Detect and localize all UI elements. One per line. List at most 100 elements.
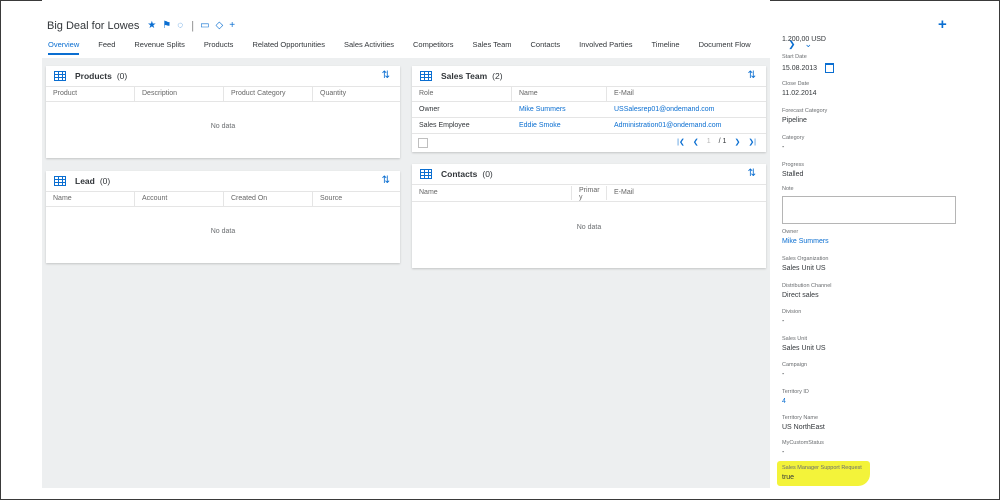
- field-note: Note: [782, 186, 956, 224]
- field-value[interactable]: 15.08.2013: [782, 63, 835, 73]
- column-header[interactable]: Source: [313, 192, 400, 206]
- tab-sales-team[interactable]: Sales Team: [472, 40, 511, 55]
- field-label: Territory ID: [782, 389, 809, 395]
- column-header[interactable]: Created On: [224, 192, 313, 206]
- field-value: -: [782, 371, 785, 378]
- products-card: Products (0) ⇅ Product Description Produ…: [46, 66, 400, 158]
- sales-team-card-count: (2): [492, 71, 503, 81]
- products-card-title: Products: [75, 71, 112, 81]
- column-header[interactable]: Name: [512, 87, 607, 101]
- table-icon: [420, 169, 432, 179]
- field-label: Owner: [782, 229, 799, 235]
- field-sales-manager-support-request: Sales Manager Support Request true: [782, 465, 862, 481]
- lead-card: Lead (0) ⇅ Name Account Created On Sourc…: [46, 171, 400, 263]
- column-header[interactable]: E-Mail: [607, 87, 766, 101]
- column-header[interactable]: Primar y: [572, 186, 607, 201]
- header-separator: |: [191, 20, 195, 32]
- calendar-icon[interactable]: [825, 63, 835, 73]
- rss-icon[interactable]: ◌: [177, 21, 183, 31]
- header-title-row: Big Deal for Lowes ★ ⚑ ◌ | ▭ ◇ +: [47, 18, 241, 34]
- field-territory-id: Territory ID 4: [782, 389, 809, 405]
- field-owner: Owner Mike Summers: [782, 229, 829, 245]
- column-header[interactable]: Product Category: [224, 87, 313, 101]
- column-header[interactable]: Product: [46, 87, 135, 101]
- next-page-icon[interactable]: ❯: [734, 138, 740, 146]
- tab-involved-parties[interactable]: Involved Parties: [579, 40, 632, 55]
- field-value: -: [782, 449, 785, 456]
- page-title: Big Deal for Lowes: [47, 20, 140, 32]
- first-page-icon[interactable]: |❮: [677, 138, 685, 146]
- column-header[interactable]: Account: [135, 192, 224, 206]
- field-value: -: [782, 144, 785, 151]
- column-header[interactable]: Role: [412, 87, 512, 101]
- tab-revenue-splits[interactable]: Revenue Splits: [134, 40, 184, 55]
- sort-icon[interactable]: ⇅: [748, 168, 756, 179]
- field-close-date: Close Date 11.02.2014: [782, 81, 817, 97]
- role-cell: Sales Employee: [419, 122, 470, 129]
- column-header[interactable]: Quantity: [313, 87, 400, 101]
- email-link[interactable]: Administration01@ondemand.com: [607, 122, 766, 129]
- star-icon[interactable]: ★: [147, 21, 156, 31]
- field-label: Forecast Category: [782, 108, 828, 114]
- add-icon[interactable]: +: [938, 16, 947, 33]
- start-date-value[interactable]: 15.08.2013: [782, 65, 817, 72]
- owner-link[interactable]: Mike Summers: [782, 238, 829, 245]
- sort-icon[interactable]: ⇅: [382, 70, 390, 81]
- sort-icon[interactable]: ⇅: [748, 70, 756, 81]
- field-start-date: Start Date 15.08.2013: [782, 54, 835, 73]
- role-cell: Owner: [419, 106, 440, 113]
- select-all-checkbox[interactable]: [418, 138, 428, 148]
- field-label: Sales Unit: [782, 336, 808, 342]
- field-forecast-category: Forecast Category Pipeline: [782, 108, 827, 124]
- comment-icon[interactable]: ▭: [200, 21, 209, 31]
- field-territory-name: Territory Name US NorthEast: [782, 415, 825, 431]
- table-row[interactable]: Owner Mike Summers USSalesrep01@ondemand…: [412, 102, 766, 118]
- tag-icon[interactable]: ◇: [216, 21, 224, 31]
- territory-id-link[interactable]: 4: [782, 398, 809, 405]
- field-label: Close Date: [782, 81, 810, 87]
- tab-feed[interactable]: Feed: [98, 40, 115, 55]
- last-page-icon[interactable]: ❯|: [748, 138, 756, 146]
- name-link[interactable]: Eddie Smoke: [512, 122, 607, 129]
- plus-icon[interactable]: +: [229, 21, 235, 31]
- tab-overview[interactable]: Overview: [48, 40, 80, 55]
- tab-related-opportunities[interactable]: Related Opportunities: [252, 40, 325, 55]
- page-total: / 1: [718, 138, 727, 145]
- empty-message: No data: [576, 224, 602, 231]
- field-value: Sales Unit US: [782, 345, 826, 352]
- name-link[interactable]: Mike Summers: [512, 106, 607, 113]
- tab-sales-activities[interactable]: Sales Activities: [344, 40, 394, 55]
- sales-team-card-title: Sales Team: [441, 71, 488, 81]
- field-category: Category -: [782, 135, 804, 151]
- field-label: Division: [782, 309, 802, 315]
- sort-icon[interactable]: ⇅: [382, 175, 390, 186]
- side-panel: 1.200,00 USD Start Date 15.08.2013 Close…: [782, 36, 962, 481]
- field-value: -: [782, 318, 785, 325]
- column-header[interactable]: Name: [412, 186, 572, 200]
- tab-competitors[interactable]: Competitors: [413, 40, 453, 55]
- column-header[interactable]: Description: [135, 87, 224, 101]
- page-number-field[interactable]: 1: [707, 138, 711, 146]
- sales-team-card-header: Sales Team (2) ⇅: [412, 66, 766, 86]
- overview-content: Products (0) ⇅ Product Description Produ…: [42, 58, 770, 488]
- column-header[interactable]: Name: [46, 192, 135, 206]
- flag-icon[interactable]: ⚑: [162, 21, 171, 31]
- products-card-count: (0): [116, 71, 128, 81]
- table-icon: [54, 71, 66, 81]
- contacts-card: Contacts (0) ⇅ Name Primar y E-Mail No d…: [412, 164, 766, 268]
- lead-table-header: Name Account Created On Source: [46, 191, 400, 207]
- table-row[interactable]: Sales Employee Eddie Smoke Administratio…: [412, 118, 766, 134]
- tab-contacts[interactable]: Contacts: [531, 40, 561, 55]
- tab-timeline[interactable]: Timeline: [652, 40, 680, 55]
- field-label: MyCustomStatus: [782, 440, 824, 446]
- field-label: Progress: [782, 162, 805, 168]
- field-label: Territory Name: [782, 415, 819, 421]
- lead-card-count: (0): [99, 176, 111, 186]
- previous-page-icon[interactable]: ❮: [693, 138, 699, 146]
- email-link[interactable]: USSalesrep01@ondemand.com: [607, 106, 766, 113]
- tab-document-flow[interactable]: Document Flow: [699, 40, 751, 55]
- contacts-card-header: Contacts (0) ⇅: [412, 164, 766, 184]
- note-textarea[interactable]: [782, 196, 956, 224]
- tab-products[interactable]: Products: [204, 40, 234, 55]
- column-header[interactable]: E-Mail: [607, 186, 766, 200]
